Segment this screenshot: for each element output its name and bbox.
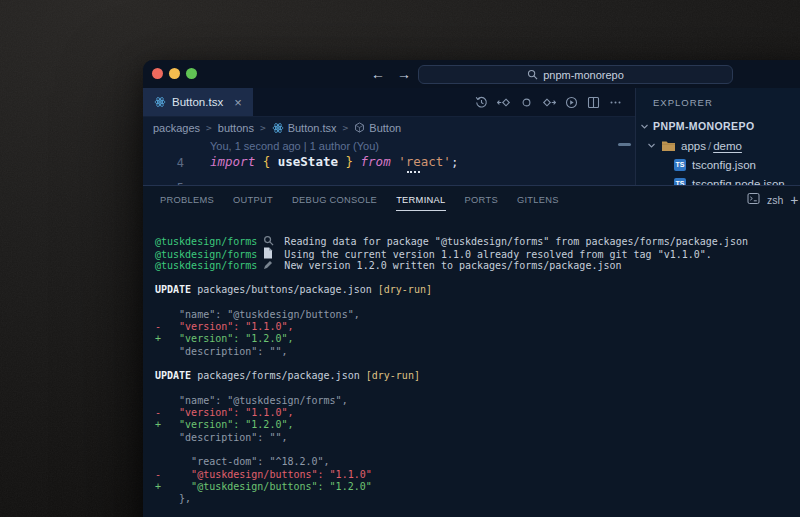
minimize-window-button[interactable] [169,68,180,79]
more-icon[interactable] [609,96,622,109]
typescript-icon: TS [674,178,686,186]
editor[interactable]: You, 1 second ago | 1 author (You) 4 imp… [143,138,635,185]
chevron-right-icon: > [206,122,212,133]
terminal-line: - "@tuskdesign/buttons": "1.1.0" [155,469,800,481]
folder-icon [661,140,676,152]
explorer-root-item[interactable]: PNPM-MONOREPO [640,120,754,132]
search-text: pnpm-monorepo [543,69,624,81]
typescript-icon: TS [674,159,686,171]
code-token: 'react' [398,154,451,169]
history-icon[interactable] [475,96,488,109]
terminal-line: - "version": "1.1.0", [155,321,800,333]
terminal-line: + "version": "1.2.0", [155,419,800,431]
close-window-button[interactable] [152,68,163,79]
terminal-line: + "@tuskdesign/buttons": "1.2.0" [155,481,800,493]
command-center-search[interactable]: pnpm-monorepo [418,65,733,84]
terminal-icon [747,192,760,207]
tree-item-tsconfig[interactable]: TStsconfig.json [674,155,756,174]
pencil-icon [263,260,275,273]
terminal-line: "react-dom": "^18.2.0", [155,456,800,468]
terminal-line [155,358,800,370]
terminal-line: "description": "", [155,432,800,444]
new-terminal-button[interactable]: + [790,192,798,208]
overview-ruler-mark [618,143,631,146]
panel-tab-gitlens[interactable]: GITLENS [517,195,559,205]
line-number: 4 [143,156,184,170]
terminal-line: @tuskdesign/formsNew version 1.2.0 writt… [155,260,800,272]
terminal-line [155,296,800,308]
tab-button-tsx[interactable]: Button.tsx × [143,88,253,116]
terminal-line: "description": "", [155,346,800,358]
navigate-forward-icon[interactable]: → [397,66,411,82]
tree-item-apps-demo[interactable]: apps/demo [647,136,742,155]
terminal-line: + "version": "1.2.0", [155,333,800,345]
tab-bar: Button.tsx × [143,88,635,117]
react-icon [154,96,166,108]
terminal-line [155,444,800,456]
terminal-line: }, [155,493,800,505]
code-token [255,154,263,169]
terminal-line: "name": "@tuskdesign/forms", [155,395,800,407]
breadcrumb-item[interactable]: buttons [218,122,254,134]
bottom-panel: PROBLEMS OUTPUT DEBUG CONSOLE TERMINAL PORTS… [143,185,800,517]
prev-change-icon[interactable] [497,96,511,109]
code-token: import [210,154,255,169]
code-token: useState [278,154,338,169]
panel-tab-problems[interactable]: PROBLEMS [160,195,214,205]
terminal-line: @tuskdesign/formsUsing the current versi… [155,247,800,259]
chevron-right-icon: > [343,122,349,133]
terminal-line: @tuskdesign/formsReading data for packag… [155,235,800,247]
circle-icon[interactable] [520,96,533,109]
navigate-back-icon[interactable]: ← [371,66,385,82]
window-controls [152,68,197,79]
breadcrumb: packages > buttons > Button.tsx > Button [143,117,635,138]
code-token: } [346,154,354,169]
title-bar: ← → pnpm-monorepo [143,60,800,88]
chevron-right-icon: > [260,122,266,133]
tree-item-tsconfig-node[interactable]: TStsconfig.node.json [674,174,785,185]
terminal-line: - "version": "1.1.0", [155,407,800,419]
panel-tab-output[interactable]: OUTPUT [233,195,273,205]
search-icon [527,69,538,80]
shell-label[interactable]: zsh [767,194,783,206]
terminal-line: UPDATE packages/buttons/package.json [dr… [155,284,800,296]
terminal-line [155,272,800,284]
maximize-window-button[interactable] [186,68,197,79]
breadcrumb-item[interactable]: Button [354,122,401,134]
explorer-title: EXPLORER [653,97,713,108]
terminal-output[interactable]: @tuskdesign/formsReading data for packag… [143,213,800,506]
breadcrumb-item[interactable]: packages [153,122,200,134]
panel-tab-debug-console[interactable]: DEBUG CONSOLE [292,195,377,205]
terminal-line: "name": "@tuskdesign/buttons", [155,309,800,321]
git-blame-annotation: You, 1 second ago | 1 author (You) [210,140,379,152]
hint-underline [407,170,420,173]
breadcrumb-item[interactable]: Button.tsx [272,122,337,134]
panel-tab-bar: PROBLEMS OUTPUT DEBUG CONSOLE TERMINAL PORTS… [143,186,800,213]
panel-tab-terminal[interactable]: TERMINAL [396,195,445,205]
terminal-line: UPDATE packages/forms/package.json [dry-… [155,370,800,382]
terminal-line [155,383,800,395]
code-token [338,154,346,169]
split-icon[interactable] [587,96,600,109]
tab-label: Button.tsx [172,96,223,108]
vscode-window: ← → pnpm-monorepo Button.tsx × packages >… [143,60,800,517]
panel-tab-ports[interactable]: PORTS [465,195,498,205]
close-tab-icon[interactable]: × [234,95,242,110]
code-token [353,154,361,169]
chevron-down-icon [647,141,656,150]
code-line: import { useState } from 'react'; [210,154,458,169]
code-token: ; [451,154,459,169]
code-token: from [361,154,391,169]
next-change-icon[interactable] [542,96,556,109]
chevron-down-icon [640,122,649,131]
explorer-sidebar: EXPLORER PNPM-MONOREPO apps/demo TStscon… [635,88,800,185]
run-icon[interactable] [565,96,578,109]
code-token [270,154,278,169]
